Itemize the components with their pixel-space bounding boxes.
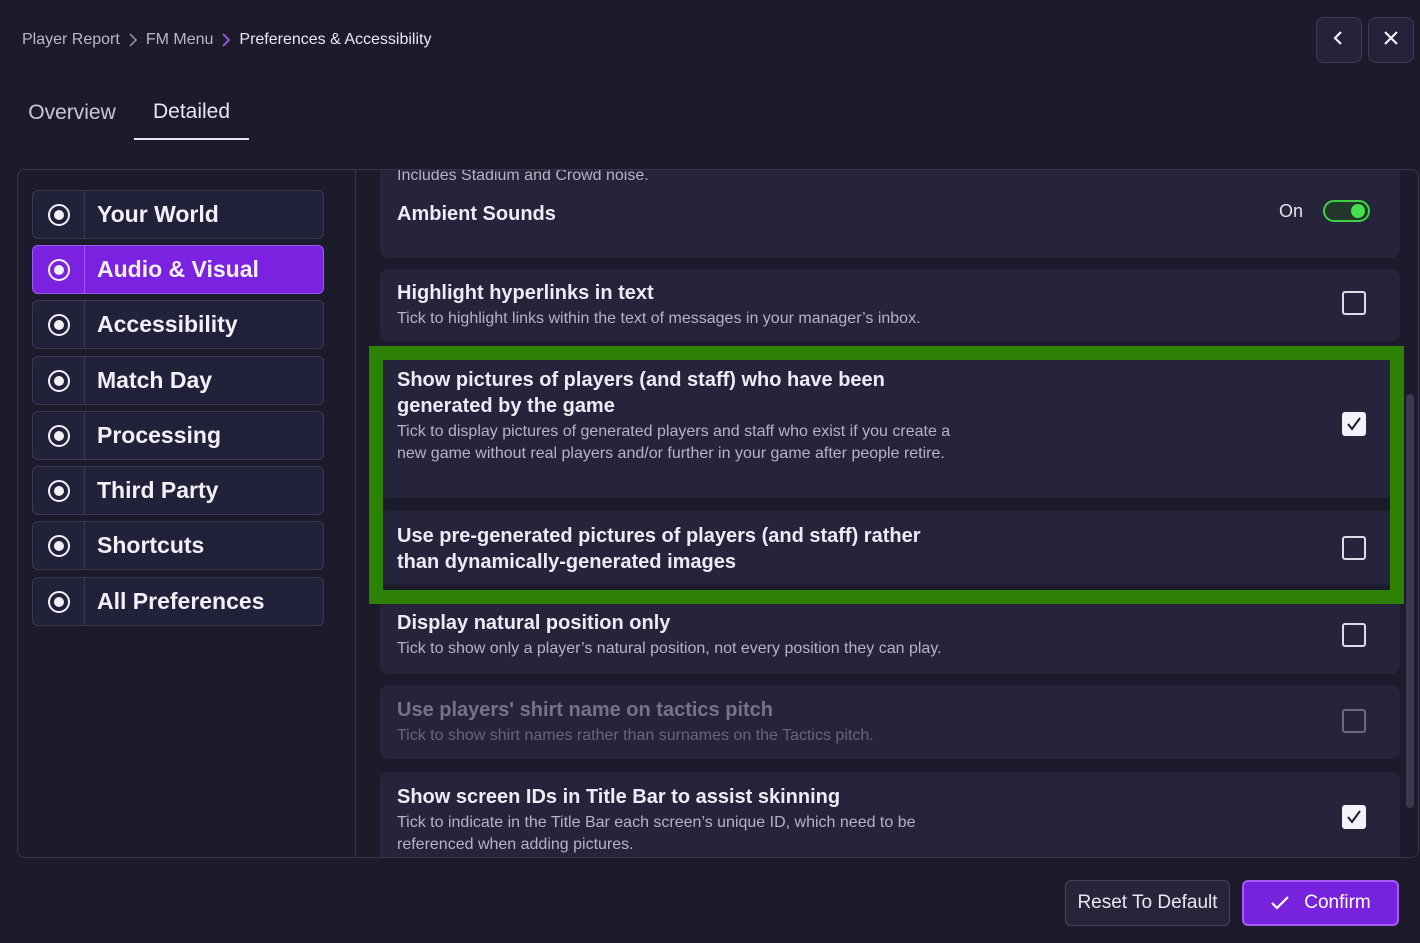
radio-icon	[33, 412, 85, 459]
setting-desc: Tick to show shirt names rather than sur…	[397, 727, 874, 744]
radio-icon	[33, 191, 85, 238]
sidebar-item-label: Shortcuts	[97, 532, 205, 558]
setting-highlight-hyperlinks: Highlight hyperlinks in text Tick to hig…	[380, 269, 1400, 341]
setting-title: Display natural position only	[397, 612, 671, 634]
setting-title: Show screen IDs in Title Bar to assist s…	[397, 786, 841, 808]
sidebar-item-processing[interactable]: Processing	[32, 411, 324, 460]
sidebar-item-all-preferences[interactable]: All Preferences	[32, 577, 324, 626]
natural-position-checkbox[interactable]	[1342, 623, 1366, 647]
radio-icon	[33, 467, 85, 514]
shirt-name-checkbox	[1342, 709, 1366, 733]
setting-desc: Tick to highlight links within the text …	[397, 310, 921, 327]
sidebar-item-label: Your World	[97, 201, 219, 227]
ambient-toggle-group: On	[1279, 200, 1370, 222]
setting-show-generated-pictures: Show pictures of players (and staff) who…	[380, 358, 1400, 498]
confirm-button[interactable]: Confirm	[1242, 880, 1399, 926]
close-button[interactable]	[1368, 17, 1414, 63]
setting-title: Use players' shirt name on tactics pitch	[397, 699, 773, 721]
toggle-label: On	[1278, 200, 1303, 221]
sidebar-item-label: Processing	[97, 422, 221, 448]
back-button[interactable]	[1316, 17, 1362, 63]
reset-to-default-button[interactable]: Reset To Default	[1065, 880, 1230, 926]
highlight-hyperlinks-checkbox[interactable]	[1342, 291, 1366, 315]
sidebar-item-label: Audio & Visual	[97, 256, 259, 282]
sidebar-item-third-party[interactable]: Third Party	[32, 466, 324, 515]
checkmark-icon	[1347, 417, 1361, 431]
radio-icon	[33, 246, 85, 293]
pre-generated-pictures-checkbox[interactable]	[1342, 536, 1366, 560]
setting-natural-position: Display natural position only Tick to sh…	[380, 598, 1400, 674]
setting-title: Highlight hyperlinks in text	[397, 282, 654, 304]
setting-pre-generated-pictures: Use pre-generated pictures of players (a…	[380, 511, 1400, 585]
preferences-panel: Your World Audio & Visual Accessibility …	[17, 169, 1419, 858]
setting-ambient-sounds: Includes Stadium and Crowd noise. Ambien…	[380, 170, 1400, 258]
breadcrumb-item-player-report[interactable]: Player Report	[22, 31, 120, 49]
setting-desc: Tick to display pictures of generated pl…	[397, 423, 951, 462]
sidebar: Your World Audio & Visual Accessibility …	[18, 170, 356, 857]
breadcrumb: Player Report FM Menu Preferences & Acce…	[22, 29, 431, 51]
tab-overview[interactable]: Overview	[22, 86, 122, 140]
scrollbar[interactable]	[1406, 394, 1414, 808]
setting-desc: Includes Stadium and Crowd noise.	[397, 170, 649, 184]
breadcrumb-item-fm-menu[interactable]: FM Menu	[146, 31, 214, 49]
sidebar-item-label: Match Day	[97, 367, 213, 393]
sidebar-item-label: Third Party	[97, 477, 219, 503]
check-icon	[1270, 895, 1290, 911]
setting-title: Show pictures of players (and staff) who…	[397, 369, 885, 417]
sidebar-item-accessibility[interactable]: Accessibility	[32, 300, 324, 349]
radio-icon	[33, 301, 85, 348]
setting-screen-ids: Show screen IDs in Title Bar to assist s…	[380, 772, 1400, 857]
setting-title: Ambient Sounds	[397, 203, 556, 225]
setting-desc: Tick to indicate in the Title Bar each s…	[397, 814, 916, 853]
sidebar-item-label: Accessibility	[97, 311, 238, 337]
sidebar-item-match-day[interactable]: Match Day	[32, 356, 324, 405]
chevron-right-icon	[128, 33, 138, 47]
radio-icon	[33, 522, 85, 569]
checkmark-icon	[1347, 810, 1361, 824]
chevron-right-icon	[221, 33, 231, 47]
setting-desc: Tick to show only a player’s natural pos…	[397, 640, 942, 657]
radio-icon	[33, 357, 85, 404]
confirm-label: Confirm	[1304, 892, 1371, 913]
breadcrumb-item-current: Preferences & Accessibility	[239, 31, 432, 48]
sidebar-item-your-world[interactable]: Your World	[32, 190, 324, 239]
setting-shirt-name: Use players' shirt name on tactics pitch…	[380, 685, 1400, 759]
sidebar-item-label: All Preferences	[97, 588, 265, 614]
chevron-left-icon	[1331, 30, 1347, 51]
screen-ids-checkbox[interactable]	[1342, 805, 1366, 829]
show-generated-pictures-checkbox[interactable]	[1342, 412, 1366, 436]
settings-list[interactable]: Includes Stadium and Crowd noise. Ambien…	[357, 170, 1418, 857]
toggle-knob	[1351, 204, 1365, 218]
ambient-sounds-toggle[interactable]	[1323, 200, 1370, 222]
sidebar-item-audio-visual[interactable]: Audio & Visual	[32, 245, 324, 294]
sidebar-item-shortcuts[interactable]: Shortcuts	[32, 521, 324, 570]
radio-icon	[33, 578, 85, 625]
setting-title: Use pre-generated pictures of players (a…	[397, 525, 921, 573]
tab-detailed[interactable]: Detailed	[134, 86, 249, 140]
close-icon	[1383, 30, 1399, 51]
reset-label: Reset To Default	[1077, 892, 1218, 913]
